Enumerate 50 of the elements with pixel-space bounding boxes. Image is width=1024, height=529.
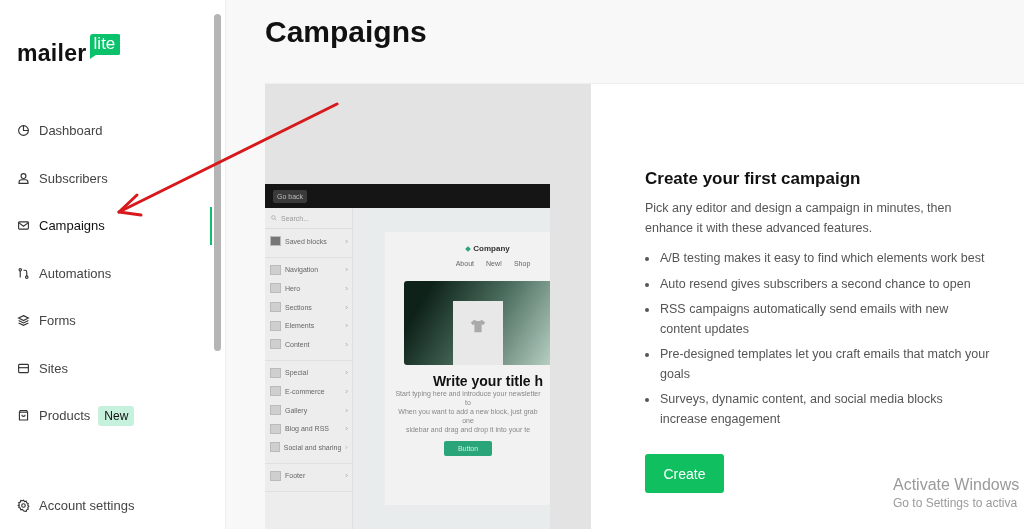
- sidebar-item[interactable]: Automations: [17, 265, 112, 281]
- chevron-right-icon: [345, 473, 348, 479]
- feature-item: Surveys, dynamic content, and social media blocks increase engagement: [660, 391, 944, 428]
- pie-chart-icon: [17, 124, 30, 138]
- section-heading: Create your first campaign: [645, 169, 861, 189]
- bullet-icon: [645, 398, 649, 402]
- activation-notice-title: Activate Windows: [893, 476, 1020, 494]
- email-heading: Write your title h: [432, 373, 544, 389]
- logo-wordmark: mailer: [17, 40, 87, 67]
- search-icon: [271, 215, 277, 221]
- bullet-icon: [645, 282, 649, 287]
- feature-item: RSS campaigns automatically send emails with new content updates: [660, 301, 950, 338]
- sidebar-item[interactable]: Account settings: [17, 497, 135, 513]
- browser-window-icon: [17, 361, 30, 375]
- layers-icon: [17, 314, 30, 328]
- sidebar-item[interactable]: Sites: [17, 360, 68, 376]
- bullet-icon: [645, 308, 649, 312]
- chevron-right-icon: [345, 267, 348, 273]
- chevron-right-icon: [345, 341, 348, 347]
- sidebar-item[interactable]: Dashboard: [17, 123, 103, 139]
- sidebar-item[interactable]: Campaigns: [17, 218, 105, 234]
- description-text: Pick any editor and design a campaign in minutes, then enhance it with these advanced features.: [645, 200, 953, 237]
- settings-icon: [17, 498, 30, 512]
- chevron-right-icon: [345, 323, 348, 329]
- person-icon: [17, 171, 30, 185]
- feature-item: A/B testing makes it easy to find which elements work best: [660, 250, 985, 267]
- email-brand: Company: [466, 244, 510, 253]
- active-indicator: [210, 207, 212, 245]
- new-badge: New: [98, 405, 135, 426]
- logo-tag: lite: [89, 34, 121, 59]
- bullet-icon: [645, 257, 649, 261]
- chevron-right-icon: [345, 426, 348, 432]
- sidebar-item[interactable]: Products: [17, 408, 91, 424]
- feature-item: Pre-designed templates let you craft emails that match your goals: [660, 346, 990, 383]
- chevron-right-icon: [345, 304, 348, 310]
- chevron-right-icon: [345, 238, 348, 244]
- scrollbar-thumb[interactable]: [214, 14, 221, 351]
- chevron-right-icon: [345, 370, 348, 376]
- chevron-right-icon: [345, 286, 348, 291]
- activation-notice-text: Go to Settings to activa: [893, 496, 1019, 510]
- workflow-icon: [17, 266, 30, 280]
- chevron-right-icon: [345, 407, 348, 413]
- feature-item: Auto resend gives subscribers a second chance to open: [660, 275, 971, 293]
- sidebar-item[interactable]: Forms: [17, 313, 76, 329]
- page-title: Campaigns: [265, 15, 428, 50]
- shopping-bag-icon: [17, 409, 30, 423]
- chevron-right-icon: [345, 388, 348, 394]
- envelope-icon: [17, 219, 30, 233]
- bullet-icon: [645, 353, 649, 357]
- sidebar-item[interactable]: Subscribers: [17, 170, 108, 186]
